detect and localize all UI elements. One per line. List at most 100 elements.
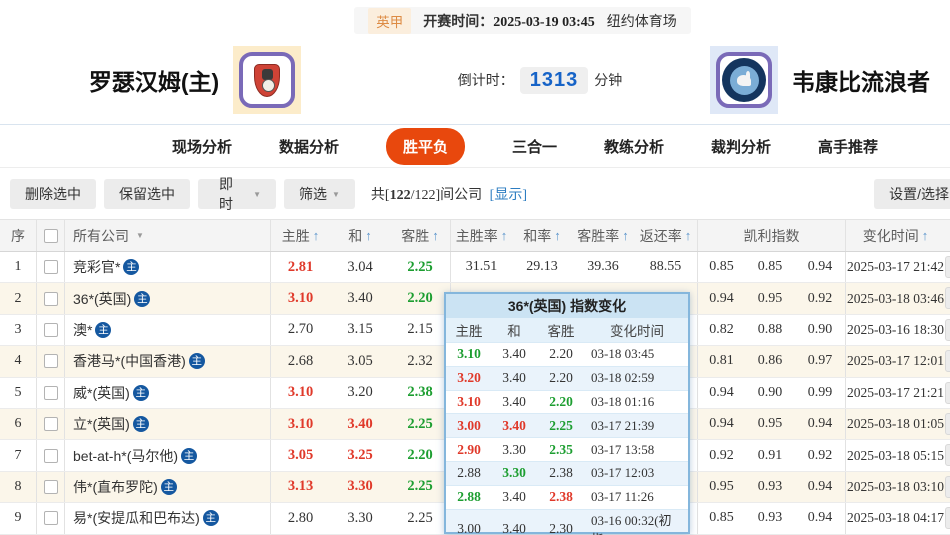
draw-odds[interactable]: 3.25 bbox=[330, 440, 390, 470]
draw-odds[interactable]: 3.15 bbox=[330, 315, 390, 345]
settings-select-button[interactable]: 设置/选择 bbox=[874, 179, 950, 209]
away-odds[interactable]: 2.20 bbox=[390, 283, 450, 313]
main-company-icon: 主 bbox=[123, 259, 140, 276]
row-checkbox-cell[interactable] bbox=[36, 252, 64, 283]
change-time: 2025-03-16 18:30 bbox=[845, 314, 945, 346]
col-draw-odds[interactable]: 和 ↑ bbox=[330, 220, 390, 251]
keep-selected-button[interactable]: 保留选中 bbox=[104, 179, 190, 209]
company-name[interactable]: bet-at-h*(马尔他) bbox=[73, 446, 178, 466]
delete-selected-button[interactable]: 删除选中 bbox=[10, 179, 96, 209]
col-home-odds[interactable]: 主胜 ↑ bbox=[270, 220, 330, 251]
row-checkbox[interactable] bbox=[43, 479, 58, 494]
show-link[interactable]: [显示] bbox=[490, 188, 527, 203]
row-index: 7 bbox=[14, 447, 22, 463]
away-odds[interactable]: 2.25 bbox=[390, 409, 450, 439]
row-checkbox-cell[interactable] bbox=[36, 377, 64, 408]
company-name[interactable]: 易*(安提瓜和巴布达) bbox=[73, 508, 200, 528]
draw-odds[interactable]: 3.40 bbox=[330, 283, 390, 313]
away-odds[interactable]: 2.25 bbox=[390, 472, 450, 502]
company-name[interactable]: 威*(英国) bbox=[73, 383, 130, 403]
col-away-rate[interactable]: 客胜率 ↑ bbox=[572, 220, 634, 251]
row-checkbox[interactable] bbox=[43, 322, 58, 337]
home-odds[interactable]: 2.80 bbox=[270, 503, 330, 534]
kelly-draw: 0.93 bbox=[757, 510, 783, 526]
nav-tab[interactable]: 胜平负 bbox=[385, 128, 465, 165]
kickoff-value: 2025-03-19 03:45 bbox=[493, 14, 595, 30]
nav-tab[interactable]: 三合一 bbox=[512, 136, 557, 157]
away-odds[interactable]: 2.32 bbox=[390, 346, 450, 376]
row-checkbox-cell[interactable] bbox=[36, 440, 64, 471]
draw-odds[interactable]: 3.05 bbox=[330, 346, 390, 376]
row-more-button[interactable] bbox=[945, 444, 950, 467]
change-time: 2025-03-17 12:01 bbox=[845, 346, 945, 377]
select-all-checkbox[interactable] bbox=[43, 228, 58, 243]
company-name[interactable]: 香港马*(中国香港) bbox=[73, 351, 186, 371]
home-odds[interactable]: 3.10 bbox=[270, 377, 330, 408]
row-more-button[interactable] bbox=[945, 475, 950, 498]
nav-tab[interactable]: 高手推荐 bbox=[818, 136, 878, 157]
row-checkbox-cell[interactable] bbox=[36, 408, 64, 440]
away-odds[interactable]: 2.25 bbox=[390, 252, 450, 282]
home-odds[interactable]: 2.70 bbox=[270, 314, 330, 346]
popup-draw-odds: 3.30 bbox=[502, 465, 526, 481]
nav-tab[interactable]: 数据分析 bbox=[279, 136, 339, 157]
col-draw-rate[interactable]: 和率 ↑ bbox=[512, 220, 572, 251]
row-more-button[interactable] bbox=[945, 412, 950, 435]
popup-odds-row: 2.88 3.40 2.38 03-17 11:26 bbox=[446, 484, 688, 509]
home-odds[interactable]: 3.10 bbox=[270, 408, 330, 440]
row-more-button[interactable] bbox=[945, 256, 950, 278]
col-change-time[interactable]: 变化时间 ↑ bbox=[845, 220, 945, 251]
company-name[interactable]: 36*(英国) bbox=[73, 289, 131, 309]
nav-tab[interactable]: 现场分析 bbox=[172, 136, 232, 157]
company-name[interactable]: 伟*(直布罗陀) bbox=[73, 477, 158, 497]
away-odds[interactable]: 2.25 bbox=[390, 503, 450, 533]
col-away-odds[interactable]: 客胜 ↑ bbox=[390, 220, 450, 251]
col-home-rate[interactable]: 主胜率 ↑ bbox=[450, 220, 512, 251]
row-checkbox[interactable] bbox=[43, 291, 58, 306]
row-more-button[interactable] bbox=[945, 507, 950, 530]
home-odds[interactable]: 3.13 bbox=[270, 471, 330, 503]
away-odds[interactable]: 2.38 bbox=[390, 378, 450, 408]
row-checkbox-cell[interactable] bbox=[36, 503, 64, 534]
time-filter-dropdown[interactable]: 即时 ▼ bbox=[198, 176, 276, 212]
home-odds[interactable]: 2.68 bbox=[270, 346, 330, 377]
row-more-button[interactable] bbox=[945, 287, 950, 310]
draw-odds[interactable]: 3.30 bbox=[330, 503, 390, 533]
home-odds[interactable]: 3.10 bbox=[270, 283, 330, 314]
popup-title: 36*(英国) 指数变化 bbox=[446, 294, 688, 318]
row-checkbox[interactable] bbox=[43, 385, 58, 400]
draw-odds[interactable]: 3.04 bbox=[330, 252, 390, 282]
col-return-rate[interactable]: 返还率 ↑ bbox=[634, 220, 697, 251]
header-checkbox-cell[interactable] bbox=[36, 220, 64, 251]
row-checkbox[interactable] bbox=[43, 511, 58, 526]
row-more-button[interactable] bbox=[945, 350, 950, 373]
row-checkbox-cell[interactable] bbox=[36, 283, 64, 314]
row-more-button[interactable] bbox=[945, 381, 950, 404]
away-odds[interactable]: 2.20 bbox=[390, 440, 450, 470]
company-name[interactable]: 澳* bbox=[73, 320, 92, 340]
row-checkbox[interactable] bbox=[43, 417, 58, 432]
home-odds[interactable]: 2.81 bbox=[270, 252, 330, 283]
draw-odds[interactable]: 3.20 bbox=[330, 378, 390, 408]
draw-odds[interactable]: 3.30 bbox=[330, 472, 390, 502]
nav-tab[interactable]: 裁判分析 bbox=[711, 136, 771, 157]
filter-dropdown[interactable]: 筛选 ▼ bbox=[284, 179, 355, 209]
popup-draw-odds: 3.40 bbox=[502, 520, 526, 535]
col-company[interactable]: 所有公司 ▼ bbox=[64, 220, 270, 251]
draw-odds[interactable]: 3.40 bbox=[330, 409, 390, 439]
row-checkbox[interactable] bbox=[43, 448, 58, 463]
row-checkbox[interactable] bbox=[43, 260, 58, 275]
league-badge[interactable]: 英甲 bbox=[368, 7, 412, 34]
nav-tab[interactable]: 教练分析 bbox=[604, 136, 664, 157]
company-name[interactable]: 立*(英国) bbox=[73, 414, 130, 434]
sort-up-icon: ↑ bbox=[312, 228, 320, 243]
row-checkbox-cell[interactable] bbox=[36, 346, 64, 377]
away-odds[interactable]: 2.15 bbox=[390, 315, 450, 345]
row-checkbox-cell[interactable] bbox=[36, 314, 64, 346]
row-more-button[interactable] bbox=[945, 318, 950, 341]
table-row[interactable]: 1 竞彩官* 主 2.81 3.04 2.25 31.51 29.13 39.3… bbox=[0, 252, 950, 284]
row-checkbox-cell[interactable] bbox=[36, 471, 64, 503]
home-odds[interactable]: 3.05 bbox=[270, 440, 330, 471]
company-name[interactable]: 竞彩官* bbox=[73, 257, 120, 277]
row-checkbox[interactable] bbox=[43, 354, 58, 369]
